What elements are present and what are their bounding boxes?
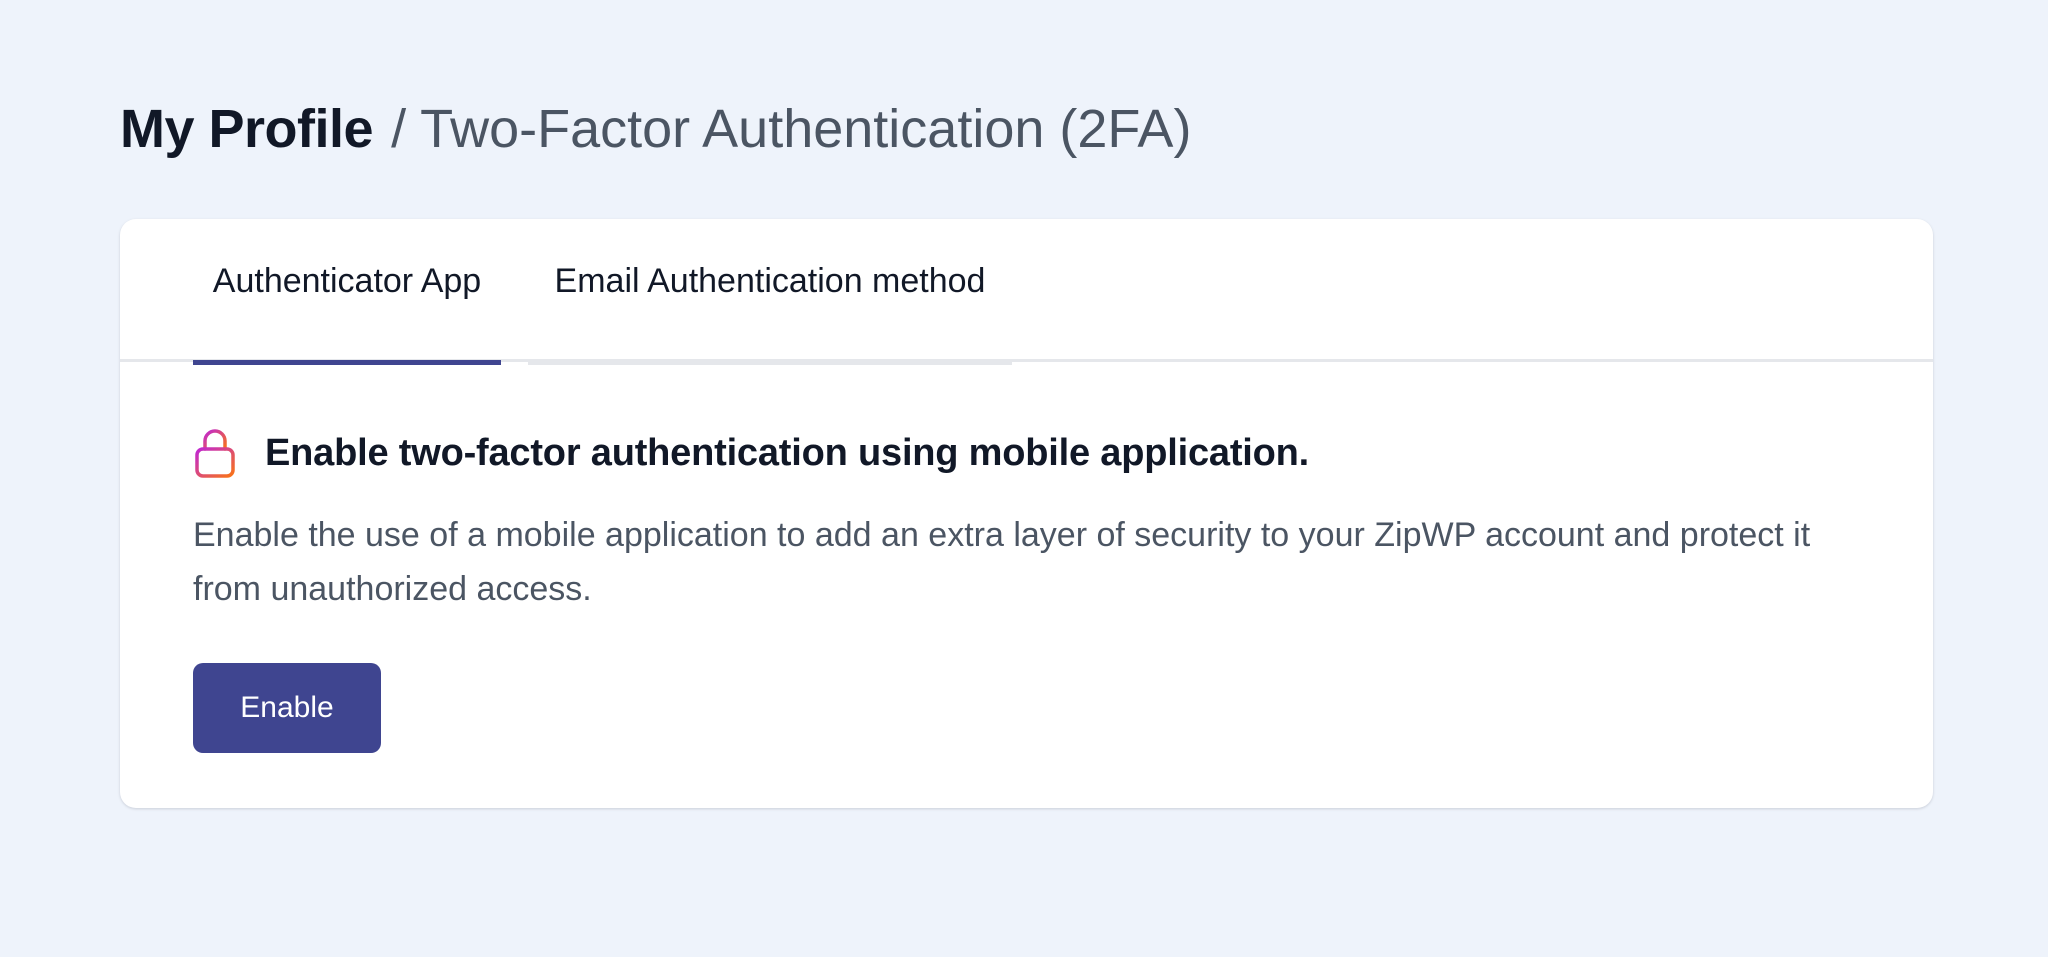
breadcrumb-separator: / [391,99,407,159]
lock-icon [193,427,237,479]
tab-authenticator-app[interactable]: Authenticator App [193,219,501,365]
tab-email-authentication-label: Email Authentication method [554,262,986,300]
tab-email-authentication[interactable]: Email Authentication method [528,219,1012,365]
section-description: Enable the use of a mobile application t… [193,516,1811,608]
tab-authenticator-app-label: Authenticator App [212,262,482,300]
enable-button[interactable]: Enable [193,663,381,753]
two-factor-card: Authenticator App Email Authentication m… [120,219,1933,808]
section-heading-text: Enable two-factor authentication using m… [265,431,1310,474]
tab-bar: Authenticator App Email Authentication m… [120,219,1933,365]
breadcrumb-root-link[interactable]: My Profile [120,98,374,160]
page-title: Two-Factor Authentication (2FA) [420,99,1192,159]
tab-panel: Enable two-factor authentication using m… [193,424,1873,616]
section-heading: Enable two-factor authentication using m… [193,424,1873,482]
breadcrumb: My Profile / Two-Factor Authentication (… [120,95,1191,163]
